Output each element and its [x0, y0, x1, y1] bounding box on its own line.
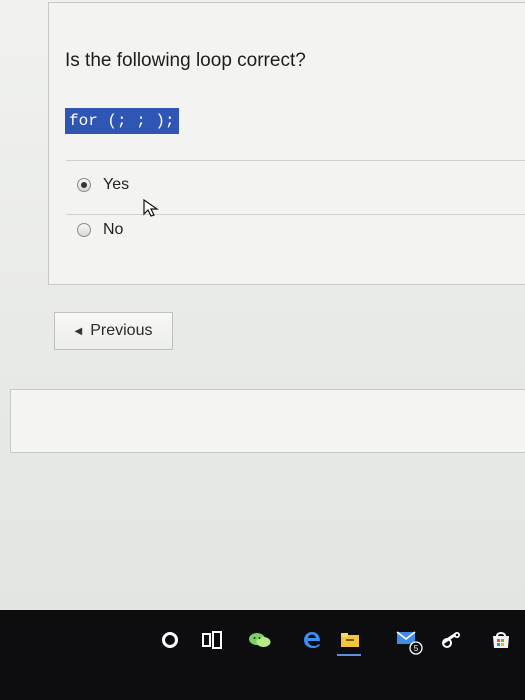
option-yes-label: Yes — [103, 176, 130, 193]
code-snippet: for (; ; ); — [65, 108, 179, 134]
top-divider — [66, 160, 525, 161]
quiz-screen: Is the following loop correct? for (; ; … — [0, 0, 525, 610]
radio-yes[interactable] — [77, 178, 91, 192]
mouse-cursor-icon — [143, 198, 159, 217]
task-view-icon[interactable] — [199, 628, 225, 652]
option-no[interactable]: No — [77, 221, 123, 239]
question-text: Is the following loop correct? — [65, 50, 306, 71]
mail-icon[interactable]: 5 — [392, 626, 426, 656]
mail-badge: 5 — [414, 644, 419, 653]
option-no-label: No — [103, 221, 124, 238]
chevron-left-icon: ◀ — [74, 325, 83, 337]
edge-icon[interactable] — [300, 628, 324, 652]
steam-icon[interactable] — [440, 628, 464, 652]
radio-no[interactable] — [77, 223, 91, 237]
wechat-icon[interactable] — [246, 628, 274, 652]
middle-divider — [66, 214, 525, 215]
option-yes[interactable]: Yes — [77, 176, 129, 194]
file-explorer-icon[interactable] — [339, 628, 361, 652]
question-card — [48, 2, 525, 285]
previous-button-label: Previous — [90, 322, 153, 339]
active-app-indicator — [337, 654, 361, 656]
cortana-icon[interactable] — [158, 628, 182, 652]
answer-panel — [10, 389, 525, 453]
store-icon[interactable] — [489, 628, 513, 652]
previous-button[interactable]: ◀ Previous — [54, 312, 173, 350]
windows-taskbar: 5 — [0, 610, 525, 700]
